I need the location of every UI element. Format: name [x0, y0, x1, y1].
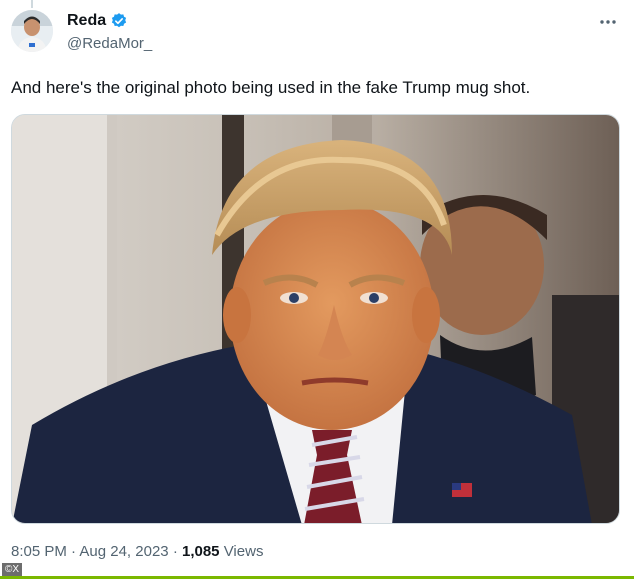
- avatar-image: [11, 10, 53, 52]
- author-handle[interactable]: @RedaMor_: [67, 35, 152, 52]
- author-display-name[interactable]: Reda: [67, 12, 106, 30]
- more-options-icon: [600, 20, 616, 24]
- photo-image: [12, 115, 619, 523]
- tweet-meta-row: 8:05 PM · Aug 24, 2023 · 1,085 Views: [11, 543, 263, 560]
- more-options-button[interactable]: [596, 12, 620, 32]
- tweet-photo[interactable]: [11, 114, 620, 524]
- thread-connector-line: [31, 0, 33, 8]
- views-label: Views: [223, 543, 264, 560]
- verified-badge-icon: [110, 12, 128, 30]
- tweet-time[interactable]: 8:05 PM: [11, 543, 67, 560]
- source-watermark: ©X: [2, 563, 23, 577]
- tweet-date[interactable]: Aug 24, 2023: [79, 543, 168, 560]
- author-name-row: Reda: [67, 12, 128, 30]
- tweet-text: And here's the original photo being used…: [11, 78, 531, 97]
- avatar[interactable]: [11, 10, 53, 52]
- meta-separator: ·: [172, 543, 178, 560]
- meta-separator: ·: [71, 543, 77, 560]
- views-count: 1,085: [181, 543, 220, 560]
